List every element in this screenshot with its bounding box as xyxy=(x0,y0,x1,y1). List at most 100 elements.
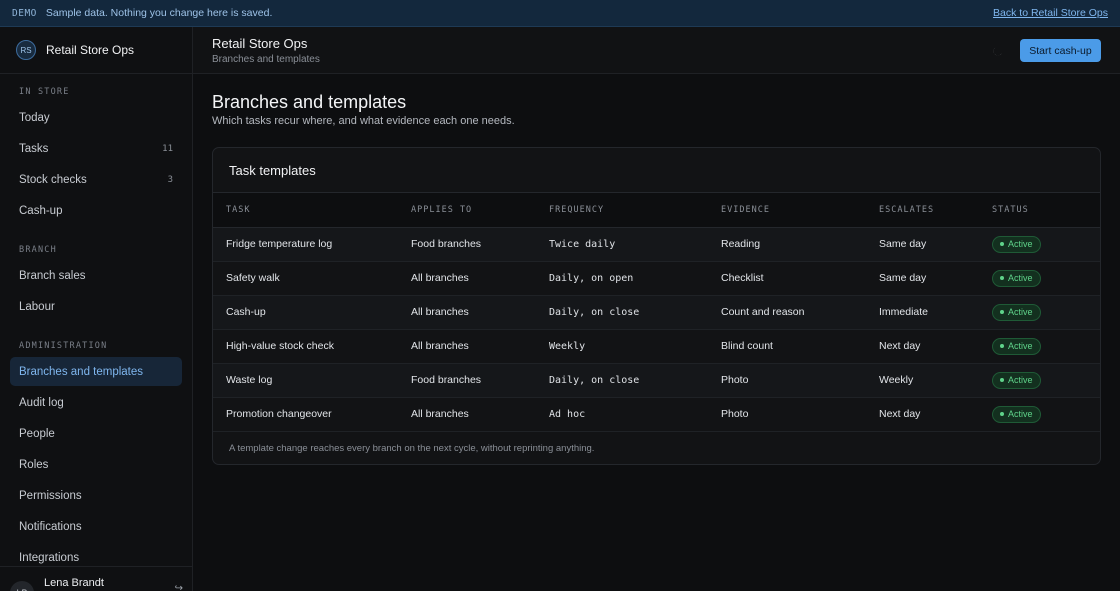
task-cell: High-value stock check xyxy=(213,329,411,364)
sidebar-item-label: Notifications xyxy=(19,520,82,533)
status-badge: Active xyxy=(992,303,1041,321)
table-row[interactable]: Fridge temperature log Food branches Twi… xyxy=(213,227,1100,262)
demo-message: Sample data. Nothing you change here is … xyxy=(45,7,273,19)
sidebar-item-label: Roles xyxy=(19,458,49,471)
tasks-count-badge: 11 xyxy=(162,143,173,154)
sidebar-item-branch-sales[interactable]: Branch sales xyxy=(10,261,182,290)
status-dot-icon xyxy=(1000,310,1004,314)
applies-to-cell: Food branches xyxy=(411,363,549,398)
status-badge: Active xyxy=(992,235,1041,253)
start-cash-up-button[interactable]: Start cash-up xyxy=(1020,39,1101,62)
table-row[interactable]: Cash-up All branches Daily, on close Cou… xyxy=(213,295,1100,330)
status-label: Active xyxy=(1008,307,1033,317)
status-label: Active xyxy=(1008,409,1033,419)
evidence-cell: Photo xyxy=(721,397,879,432)
sidebar: RS Retail Store Ops IN STORE Today Tasks… xyxy=(0,27,193,591)
frequency-cell: Weekly xyxy=(549,329,721,364)
frequency-cell: Ad hoc xyxy=(549,397,721,432)
sidebar-item-people[interactable]: People xyxy=(10,419,182,448)
evidence-cell: Count and reason xyxy=(721,295,879,330)
table-row[interactable]: Promotion changeover All branches Ad hoc… xyxy=(213,397,1100,432)
frequency-cell: Twice daily xyxy=(549,227,721,262)
brand-name: Retail Store Ops xyxy=(46,43,135,57)
sidebar-item-label: Integrations xyxy=(19,551,80,564)
escalates-cell: Same day xyxy=(879,261,992,296)
sidebar-item-label: Labour xyxy=(19,300,55,313)
breadcrumb: Branches and templates xyxy=(212,54,320,65)
demo-banner: DEMO Sample data. Nothing you change her… xyxy=(0,0,1120,27)
status-cell: Active xyxy=(992,261,1100,296)
applies-to-cell: All branches xyxy=(411,329,549,364)
page-subtitle: Which tasks recur where, and what eviden… xyxy=(212,115,515,127)
column-header-escalates[interactable]: ESCALATES xyxy=(879,193,992,228)
status-cell: Active xyxy=(992,397,1100,432)
status-dot-icon xyxy=(1000,412,1004,416)
frequency-cell: Daily, on close xyxy=(549,295,721,330)
logout-icon[interactable]: ↪ xyxy=(175,583,183,591)
moon-icon[interactable] xyxy=(989,43,1005,59)
back-link[interactable]: Back to Retail Store Ops xyxy=(993,7,1108,19)
column-header-status[interactable]: STATUS xyxy=(992,193,1100,228)
escalates-cell: Immediate xyxy=(879,295,992,330)
task-cell: Safety walk xyxy=(213,261,411,296)
task-cell: Promotion changeover xyxy=(213,397,411,432)
user-bar: LB Lena Brandt ↪ xyxy=(0,566,192,591)
sidebar-item-notifications[interactable]: Notifications xyxy=(10,512,182,541)
section-label-in-store: IN STORE xyxy=(19,87,70,97)
column-header-task[interactable]: TASK xyxy=(213,193,411,228)
sidebar-item-labour[interactable]: Labour xyxy=(10,292,182,321)
status-badge: Active xyxy=(992,371,1041,389)
sidebar-item-today[interactable]: Today xyxy=(10,103,182,132)
column-header-applies-to[interactable]: APPLIES TO xyxy=(411,193,549,228)
sidebar-item-permissions[interactable]: Permissions xyxy=(10,481,182,510)
applies-to-cell: All branches xyxy=(411,261,549,296)
status-badge: Active xyxy=(992,405,1041,423)
sidebar-item-label: Today xyxy=(19,111,50,124)
status-badge: Active xyxy=(992,337,1041,355)
sidebar-item-tasks[interactable]: Tasks 11 xyxy=(10,134,182,163)
task-cell: Waste log xyxy=(213,363,411,398)
escalates-cell: Weekly xyxy=(879,363,992,398)
sidebar-item-label: Cash-up xyxy=(19,204,63,217)
status-label: Active xyxy=(1008,375,1033,385)
sidebar-item-audit-log[interactable]: Audit log xyxy=(10,388,182,417)
status-cell: Active xyxy=(992,227,1100,262)
table-row[interactable]: Safety walk All branches Daily, on open … xyxy=(213,261,1100,296)
applies-to-cell: Food branches xyxy=(411,227,549,262)
topbar: Retail Store Ops Branches and templates … xyxy=(193,27,1120,74)
avatar[interactable]: LB xyxy=(10,581,34,591)
evidence-cell: Reading xyxy=(721,227,879,262)
applies-to-cell: All branches xyxy=(411,397,549,432)
sidebar-item-stock-checks[interactable]: Stock checks 3 xyxy=(10,165,182,194)
task-templates-card: Task templates TASK APPLIES TO FREQUENCY… xyxy=(212,147,1101,465)
section-label-branch: BRANCH xyxy=(19,245,57,255)
sidebar-item-label: Stock checks xyxy=(19,173,87,186)
sidebar-item-branches-and-templates[interactable]: Branches and templates xyxy=(10,357,182,386)
escalates-cell: Next day xyxy=(879,397,992,432)
sidebar-item-roles[interactable]: Roles xyxy=(10,450,182,479)
sidebar-item-cash-up[interactable]: Cash-up xyxy=(10,196,182,225)
table-row[interactable]: Waste log Food branches Daily, on close … xyxy=(213,363,1100,398)
status-dot-icon xyxy=(1000,378,1004,382)
sidebar-item-label: Branch sales xyxy=(19,269,86,282)
column-header-evidence[interactable]: EVIDENCE xyxy=(721,193,879,228)
sidebar-item-label: Tasks xyxy=(19,142,49,155)
evidence-cell: Photo xyxy=(721,363,879,398)
user-name: Lena Brandt xyxy=(44,577,104,589)
table-row[interactable]: High-value stock check All branches Week… xyxy=(213,329,1100,364)
status-cell: Active xyxy=(992,329,1100,364)
column-header-frequency[interactable]: FREQUENCY xyxy=(549,193,721,228)
frequency-cell: Daily, on open xyxy=(549,261,721,296)
card-footer-note: A template change reaches every branch o… xyxy=(229,442,595,454)
sidebar-item-label: People xyxy=(19,427,55,440)
task-templates-table: TASK APPLIES TO FREQUENCY EVIDENCE ESCAL… xyxy=(213,193,1100,432)
table-header-row: TASK APPLIES TO FREQUENCY EVIDENCE ESCAL… xyxy=(213,193,1100,228)
status-cell: Active xyxy=(992,363,1100,398)
brand[interactable]: RS Retail Store Ops xyxy=(0,27,192,74)
sidebar-item-label: Audit log xyxy=(19,396,64,409)
status-dot-icon xyxy=(1000,242,1004,246)
brand-badge: RS xyxy=(16,40,36,60)
status-label: Active xyxy=(1008,341,1033,351)
status-dot-icon xyxy=(1000,276,1004,280)
status-label: Active xyxy=(1008,239,1033,249)
